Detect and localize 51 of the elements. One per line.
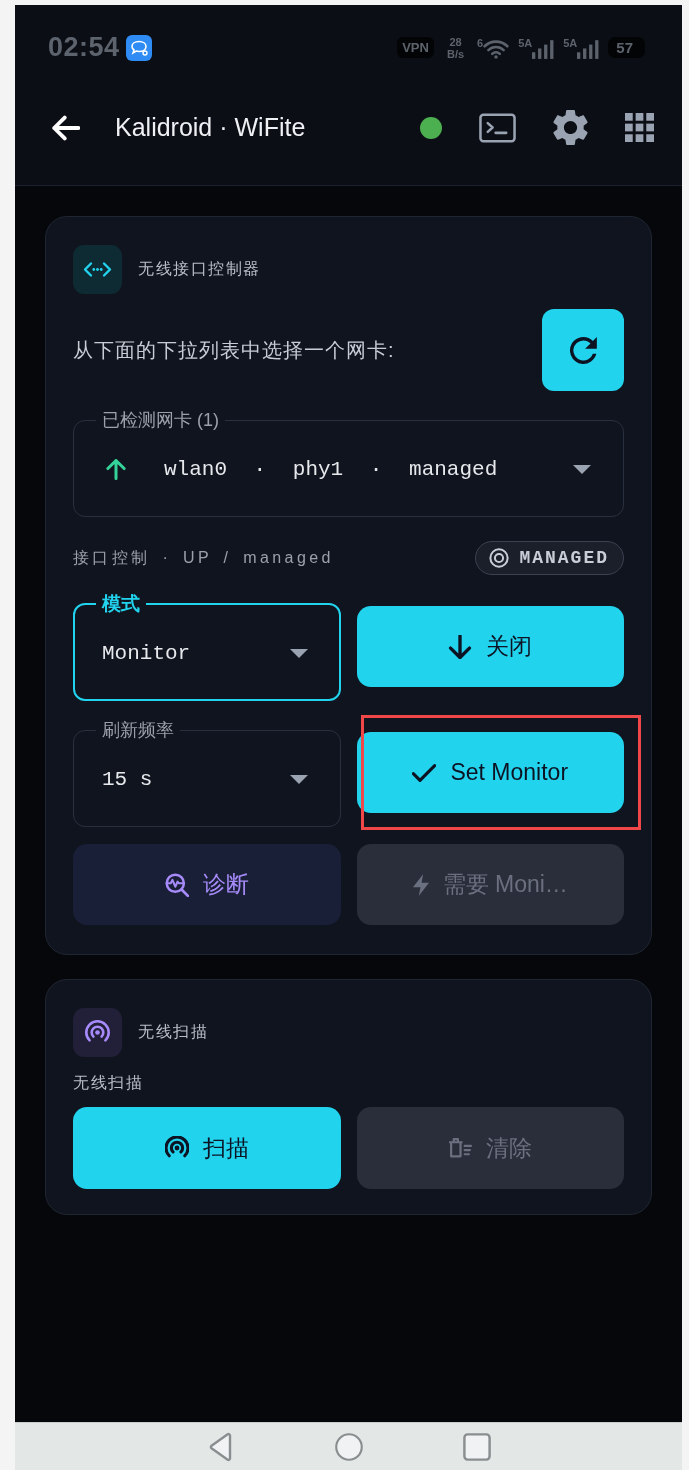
lightning-bolt-icon: [412, 873, 429, 896]
circle-icon[interactable]: [334, 1431, 363, 1462]
signal-bars-icon: [577, 38, 600, 59]
turn-off-button[interactable]: 关闭: [356, 606, 624, 687]
signal-arcs-icon: [164, 1136, 189, 1160]
network-speed-value: 28: [449, 35, 462, 48]
card-title: 无线扫描: [138, 1022, 208, 1042]
caret-down-icon: [289, 648, 308, 658]
terminal-icon[interactable]: [479, 112, 516, 143]
clock-time: 02:54: [48, 32, 120, 63]
signal-arcs-icon: [73, 1008, 122, 1057]
card-title: 无线接口控制器: [138, 259, 261, 279]
caret-down-icon: [573, 464, 591, 474]
chat-bubble-icon: [125, 34, 152, 61]
signal-bars-icon: [532, 38, 555, 59]
refresh-button[interactable]: [542, 309, 624, 391]
square-icon[interactable]: [462, 1431, 491, 1462]
brackets-dots-icon: [73, 245, 122, 294]
adapter-dropdown[interactable]: 已检测网卡 (1) wlan0 · phy1 · managed: [73, 408, 624, 517]
caret-down-icon: [289, 774, 308, 784]
wifi-icon: [483, 38, 510, 59]
field-label: 模式: [100, 592, 141, 616]
network-speed-unit: B/s: [446, 47, 465, 60]
trash-lines-icon: [448, 1136, 473, 1160]
instruction-text: 从下面的下拉列表中选择一个网卡:: [73, 337, 395, 363]
interface-status-text: 接口控制 · UP / managed: [73, 547, 334, 568]
vpn-badge: VPN: [397, 37, 434, 58]
mode-dropdown[interactable]: 模式 Monitor: [73, 592, 341, 701]
settings-icon[interactable]: [553, 109, 588, 146]
magnifier-pulse-icon: [164, 872, 189, 897]
app-title: Kalidroid · WiFite: [115, 113, 306, 142]
field-value: Monitor: [102, 641, 191, 665]
field-label: 刷新频率: [101, 719, 175, 742]
battery-indicator: 57: [608, 37, 645, 58]
arrow-down-icon: [448, 634, 473, 659]
ring-icon: [489, 548, 510, 568]
refresh-icon: [569, 336, 597, 364]
network-type-label: 5A: [518, 36, 533, 49]
field-value: 15 s: [102, 767, 153, 791]
refresh-rate-dropdown[interactable]: 刷新频率 15 s: [73, 718, 341, 827]
network-type-label: 5A: [563, 36, 578, 49]
set-monitor-button[interactable]: Set Monitor: [356, 732, 624, 813]
mode-status-text: MANAGED: [519, 548, 609, 568]
wifi-standard-label: 6: [477, 36, 484, 49]
scan-button[interactable]: 扫描: [73, 1107, 341, 1189]
field-label: 已检测网卡 (1): [101, 409, 220, 432]
field-value: wlan0 · phy1 · managed: [164, 457, 499, 481]
diagnose-button[interactable]: 诊断: [73, 844, 341, 925]
card-subtitle: 无线扫描: [73, 1073, 144, 1093]
grid-icon[interactable]: [625, 113, 654, 142]
arrow-left-icon[interactable]: [51, 114, 80, 141]
